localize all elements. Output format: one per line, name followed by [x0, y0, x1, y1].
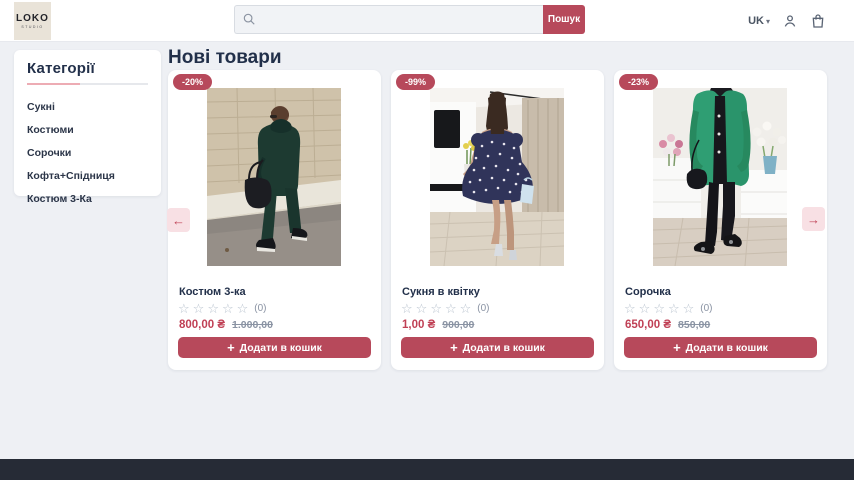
add-to-cart-label: Додати в кошик — [686, 342, 768, 354]
rating-count: (0) — [254, 303, 266, 314]
add-to-cart-button[interactable]: + Додати в кошик — [401, 337, 594, 358]
search-bar: Пошук — [234, 5, 585, 34]
plus-icon: + — [450, 341, 458, 354]
logo[interactable]: LOKO STUDIO — [14, 2, 51, 40]
rating-count: (0) — [700, 303, 712, 314]
language-label: UK — [748, 15, 764, 27]
arrow-right-icon: → — [807, 212, 820, 227]
star-icon: ☆ — [222, 302, 234, 315]
footer — [0, 459, 854, 480]
logo-subtitle: STUDIO — [21, 25, 43, 29]
product-card: -99% Сукня в квітку ☆☆☆☆☆ — [391, 70, 604, 370]
discount-badge: -20% — [173, 74, 212, 90]
product-title[interactable]: Костюм 3-ка — [179, 286, 246, 298]
star-icon: ☆ — [193, 302, 205, 315]
star-icon: ☆ — [683, 302, 695, 315]
star-icon: ☆ — [445, 302, 457, 315]
star-icon: ☆ — [237, 302, 249, 315]
old-price: 900,00 — [442, 319, 474, 331]
cart-icon[interactable] — [810, 13, 826, 29]
star-icon: ☆ — [207, 302, 219, 315]
sidebar-item-dresses[interactable]: Сукні — [27, 95, 148, 118]
chevron-down-icon: ▾ — [766, 17, 770, 26]
star-icon: ☆ — [668, 302, 680, 315]
add-to-cart-button[interactable]: + Додати в кошик — [178, 337, 371, 358]
sidebar-item-suit-3pc[interactable]: Костюм 3-Ка — [27, 187, 148, 210]
categories-title: Категорії — [27, 60, 148, 77]
header: LOKO STUDIO Пошук UK ▾ — [0, 0, 854, 42]
add-to-cart-label: Додати в кошик — [240, 342, 322, 354]
rating: ☆☆☆☆☆ (0) — [401, 302, 490, 315]
product-image[interactable] — [430, 88, 564, 266]
star-icon: ☆ — [178, 302, 190, 315]
discount-badge: -99% — [396, 74, 435, 90]
star-icon: ☆ — [401, 302, 413, 315]
search-input[interactable] — [234, 5, 543, 34]
logo-title: LOKO — [16, 14, 49, 24]
discount-badge: -23% — [619, 74, 658, 90]
user-icon[interactable] — [782, 13, 798, 29]
product-image[interactable] — [207, 88, 341, 266]
page-title: Нові товари — [168, 47, 282, 69]
add-to-cart-button[interactable]: + Додати в кошик — [624, 337, 817, 358]
product-image[interactable] — [653, 88, 787, 266]
carousel-next-button[interactable]: → — [802, 207, 825, 231]
old-price: 1.000,00 — [232, 319, 273, 331]
language-selector[interactable]: UK ▾ — [748, 15, 770, 27]
product-title[interactable]: Сукня в квітку — [402, 286, 480, 298]
rating: ☆☆☆☆☆ (0) — [178, 302, 267, 315]
plus-icon: + — [227, 341, 235, 354]
sidebar-item-top-skirt[interactable]: Кофта+Спідниця — [27, 164, 148, 187]
divider — [27, 83, 148, 85]
product-card: -20% Костюм 3-ка ☆☆☆☆☆ (0) 800,00 ₴ — [168, 70, 381, 370]
star-icon: ☆ — [624, 302, 636, 315]
search-button[interactable]: Пошук — [543, 5, 585, 34]
price: 800,00 ₴ — [179, 319, 225, 331]
star-icon: ☆ — [653, 302, 665, 315]
star-icon: ☆ — [460, 302, 472, 315]
old-price: 850,00 — [678, 319, 710, 331]
rating-count: (0) — [477, 303, 489, 314]
star-icon: ☆ — [430, 302, 442, 315]
categories-list: Сукні Костюми Сорочки Кофта+Спідниця Кос… — [27, 95, 148, 210]
sidebar-item-suits[interactable]: Костюми — [27, 118, 148, 141]
sidebar-item-shirts[interactable]: Сорочки — [27, 141, 148, 164]
star-icon: ☆ — [639, 302, 651, 315]
search-icon — [242, 12, 256, 26]
product-card: -23% Сорочка ☆☆☆☆☆ (0) 650,00 ₴ 850,00 — [614, 70, 827, 370]
star-icon: ☆ — [416, 302, 428, 315]
categories-panel: Категорії Сукні Костюми Сорочки Кофта+Сп… — [14, 50, 161, 196]
carousel-prev-button[interactable]: ← — [167, 208, 190, 232]
price: 1,00 ₴ — [402, 319, 435, 331]
product-title[interactable]: Сорочка — [625, 286, 671, 298]
plus-icon: + — [673, 341, 681, 354]
rating: ☆☆☆☆☆ (0) — [624, 302, 713, 315]
arrow-left-icon: ← — [172, 213, 185, 228]
add-to-cart-label: Додати в кошик — [463, 342, 545, 354]
price: 650,00 ₴ — [625, 319, 671, 331]
